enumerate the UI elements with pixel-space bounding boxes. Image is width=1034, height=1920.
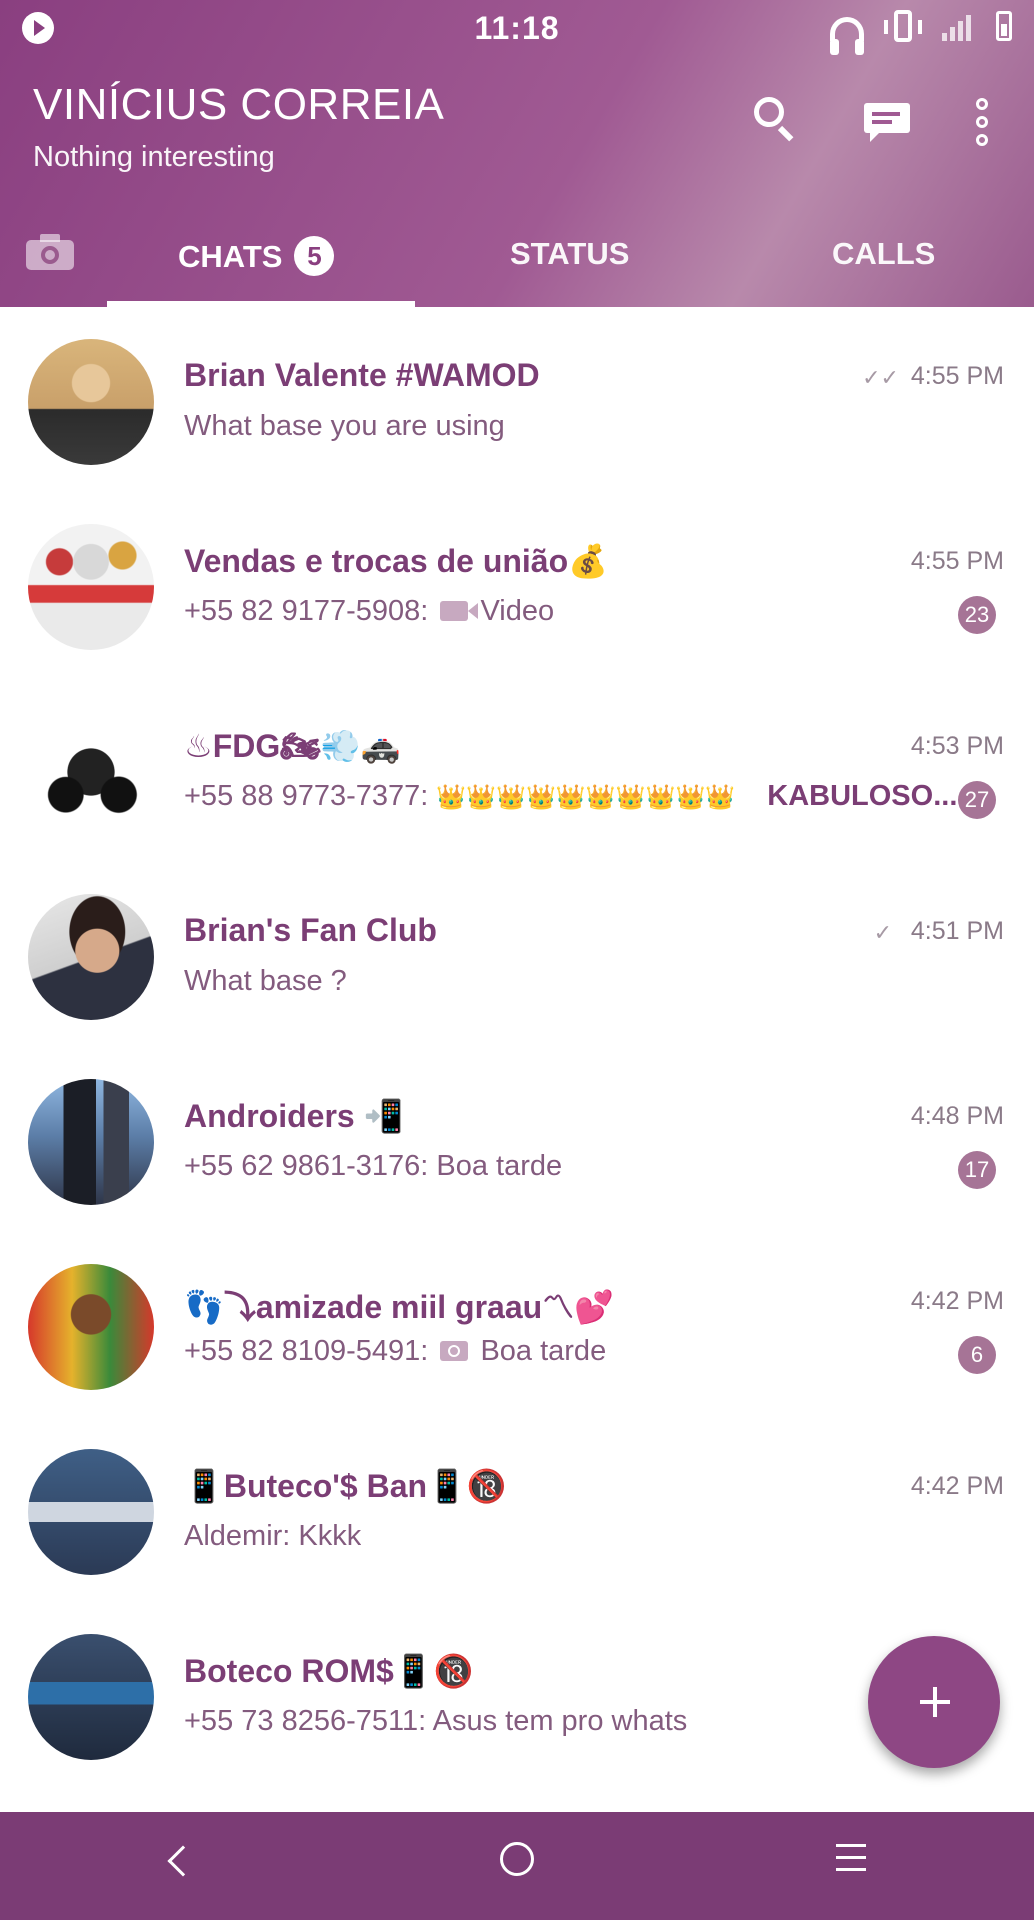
chat-row[interactable]: Brian's Fan Club ✓ 4:51 PM What base ? (0, 862, 1034, 1047)
menu-icon[interactable] (836, 1844, 866, 1880)
chat-name: Brian Valente #WAMOD (184, 357, 540, 393)
chat-row[interactable]: Androiders 📲 4:48 PM +55 62 9861-3176: B… (0, 1047, 1034, 1232)
preview-sender: Aldemir: (184, 1520, 291, 1552)
preview-text: Asus tem pro whats (432, 1705, 688, 1737)
home-icon[interactable] (500, 1842, 534, 1876)
preview-text: Boa tarde (436, 1150, 563, 1182)
chat-preview: Aldemir: Kkkk (184, 1520, 361, 1553)
avatar (28, 894, 154, 1020)
chat-preview: +55 73 8256-7511: Asus tem pro whats (184, 1705, 687, 1738)
chat-time: 4:55 PM (910, 362, 1004, 390)
preview-text: 👑👑👑👑👑👑👑👑👑👑 (436, 784, 736, 811)
tab-chats-label: CHATS (178, 239, 283, 274)
app-header: 11:18 VINÍCIUS CORREIA Nothing interesti… (0, 0, 1034, 307)
chat-time: 4:51 PM (910, 917, 1004, 945)
preview-sender: +55 82 8109-5491: (184, 1335, 429, 1367)
double-check-icon: ✓✓ (862, 365, 899, 390)
chat-row[interactable]: ♨FDG🏍💨🚓 4:53 PM +55 88 9773-7377: 👑👑👑👑👑👑… (0, 677, 1034, 862)
unread-badge: 23 (958, 596, 996, 634)
chat-name: Androiders 📲 (184, 1098, 404, 1134)
chat-row[interactable]: 👣⤵amizade miil graau〽💕 4:42 PM +55 82 81… (0, 1232, 1034, 1417)
battery-icon (996, 11, 1012, 41)
avatar (28, 1264, 154, 1390)
preview-text: Kkkk (298, 1520, 362, 1552)
chat-row[interactable]: Vendas e trocas de união💰 4:55 PM +55 82… (0, 492, 1034, 677)
preview-sender: +55 88 9773-7377: (184, 780, 429, 812)
preview-text: Video (480, 595, 555, 627)
tab-calls[interactable]: CALLS (832, 236, 935, 272)
signal-icon (942, 11, 976, 41)
search-icon[interactable] (752, 95, 800, 143)
back-icon[interactable] (167, 1845, 199, 1877)
avatar (28, 339, 154, 465)
chat-preview: +55 82 8109-5491: Boa tarde (184, 1335, 606, 1368)
chat-preview: What base you are using (184, 410, 505, 442)
unread-badge: 17 (958, 1151, 996, 1189)
preview-sender: +55 62 9861-3176: (184, 1150, 429, 1182)
chat-preview: +55 82 9177-5908: Video (184, 595, 554, 628)
preview-sender: +55 82 9177-5908: (184, 595, 429, 627)
tab-status[interactable]: STATUS (510, 236, 629, 272)
chat-list: Brian Valente #WAMOD ✓✓ 4:55 PM What bas… (0, 307, 1034, 1787)
account-subtitle: Nothing interesting (33, 141, 275, 173)
chat-row[interactable]: 📱Buteco'$ Ban📱🔞 4:42 PM Aldemir: Kkkk (0, 1417, 1034, 1602)
chat-preview: +55 88 9773-7377: 👑👑👑👑👑👑👑👑👑👑 KABULOSO... (184, 780, 957, 813)
chat-name: Vendas e trocas de união💰 (184, 543, 608, 579)
chat-name: 📱Buteco'$ Ban📱🔞 (184, 1468, 507, 1504)
tab-chats[interactable]: CHATS 5 (178, 236, 335, 276)
tab-chats-badge: 5 (294, 236, 335, 276)
preview-sender: +55 73 8256-7511: (184, 1705, 427, 1737)
camera-icon (440, 1341, 469, 1361)
headset-icon (830, 17, 864, 55)
chat-row[interactable]: Brian Valente #WAMOD ✓✓ 4:55 PM What bas… (0, 307, 1034, 492)
avatar (28, 1634, 154, 1760)
new-chat-fab[interactable] (868, 1636, 1000, 1768)
system-nav-bar (0, 1812, 1034, 1920)
chat-name: Boteco ROM$📱🔞 (184, 1653, 474, 1689)
avatar (28, 524, 154, 650)
chat-time: 4:55 PM (910, 547, 1004, 575)
avatar (28, 1079, 154, 1205)
preview-text: Boa tarde (480, 1335, 607, 1367)
camera-tab-icon[interactable] (26, 234, 74, 270)
vibrate-icon (884, 10, 922, 42)
chat-name: ♨FDG🏍💨🚓 (184, 728, 401, 764)
chat-preview: What base ? (184, 965, 347, 997)
new-chat-icon[interactable] (862, 95, 912, 143)
unread-badge: 27 (958, 781, 996, 819)
account-title: VINÍCIUS CORREIA (33, 80, 445, 129)
avatar (28, 709, 154, 835)
more-vert-icon[interactable] (976, 98, 992, 146)
status-bar: 11:18 (0, 0, 1034, 60)
tab-bar: CHATS 5 STATUS CALLS (0, 218, 1034, 307)
single-check-icon: ✓ (873, 920, 892, 945)
chat-time: 4:42 PM (910, 1472, 1004, 1500)
chat-time: 4:42 PM (910, 1287, 1004, 1315)
video-icon (440, 601, 479, 621)
chat-preview: +55 62 9861-3176: Boa tarde (184, 1150, 562, 1183)
unread-badge: 6 (958, 1336, 996, 1374)
chat-time: 4:53 PM (910, 732, 1004, 760)
chat-name: Brian's Fan Club (184, 912, 437, 948)
chat-name: 👣⤵amizade miil graau〽💕 (184, 1289, 615, 1325)
preview-extra: KABULOSO... (767, 780, 958, 812)
avatar (28, 1449, 154, 1575)
chat-time: 4:48 PM (910, 1102, 1004, 1130)
